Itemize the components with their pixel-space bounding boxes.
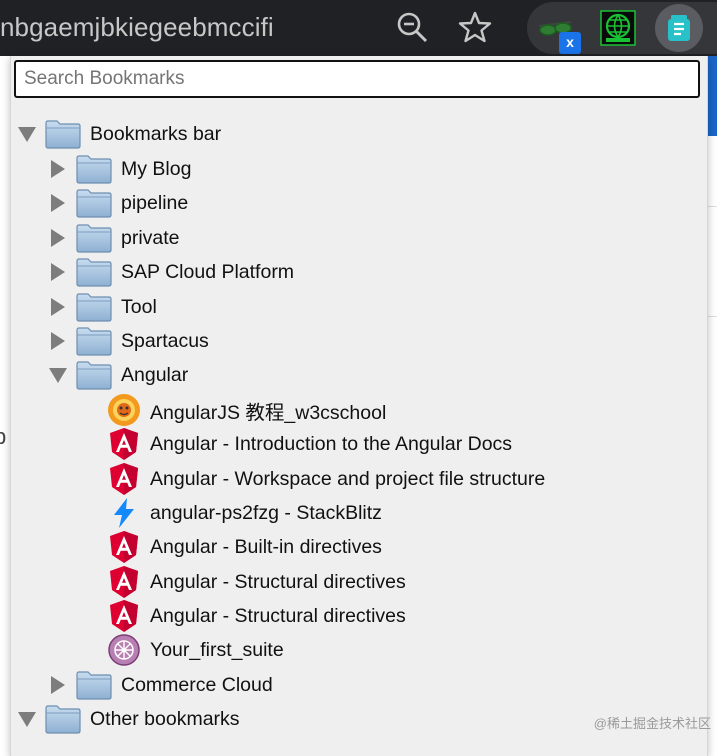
bookmark-item[interactable]: Your_first_suite	[107, 633, 284, 667]
bookmark-label: AngularJS 教程_w3cschool	[150, 401, 387, 424]
bookmark-extension-icon	[668, 15, 690, 41]
folder-label: private	[121, 226, 180, 249]
star-icon[interactable]	[458, 10, 492, 44]
angular-icon	[107, 565, 141, 599]
expand-arrow-down-icon[interactable]	[16, 708, 38, 730]
tree-folder-pipeline[interactable]: pipeline	[47, 186, 188, 220]
bookmark-item[interactable]: Angular - Workspace and project file str…	[107, 462, 545, 496]
expand-arrow-down-icon[interactable]	[16, 123, 38, 145]
folder-label: Angular	[121, 363, 189, 386]
angular-icon	[107, 530, 141, 564]
folder-label: SAP Cloud Platform	[121, 260, 295, 283]
folder-label: Commerce Cloud	[121, 673, 273, 696]
bookmark-label: Angular - Workspace and project file str…	[150, 467, 546, 490]
zoom-out-icon[interactable]	[395, 10, 429, 44]
angular-icon	[107, 462, 141, 496]
folder-label: Other bookmarks	[90, 707, 240, 730]
tree-folder-private[interactable]: private	[47, 221, 180, 255]
tree-folder-angular[interactable]: Angular	[47, 358, 188, 392]
bookmark-label: Angular - Structural directives	[150, 604, 406, 627]
bookmark-label: Angular - Structural directives	[150, 570, 406, 593]
tree-folder-spartacus[interactable]: Spartacus	[47, 324, 209, 358]
expand-arrow-right-icon[interactable]	[47, 674, 69, 696]
folder-icon	[76, 670, 112, 700]
folder-icon	[76, 292, 112, 322]
page-edge-text: p	[0, 424, 7, 449]
active-extension-button[interactable]	[655, 4, 703, 52]
folder-icon	[76, 223, 112, 253]
expand-arrow-right-icon[interactable]	[47, 261, 69, 283]
tree-folder-commerce-cloud[interactable]: Commerce Cloud	[47, 668, 273, 702]
globe-extension-icon[interactable]	[598, 8, 638, 48]
search-bookmarks-input[interactable]	[14, 60, 700, 98]
bookmark-item[interactable]: AngularJS 教程_w3cschool	[107, 393, 386, 427]
folder-label: Bookmarks bar	[90, 122, 222, 145]
angular-icon	[107, 599, 141, 633]
folder-label: Spartacus	[121, 329, 209, 352]
expand-arrow-down-icon[interactable]	[47, 364, 69, 386]
folder-icon	[76, 326, 112, 356]
bookmark-item[interactable]: angular-ps2fzg - StackBlitz	[107, 496, 382, 530]
bookmark-item[interactable]: Angular - Structural directives	[107, 565, 406, 599]
folder-icon	[45, 704, 81, 734]
watermark: @稀土掘金技术社区	[593, 716, 711, 731]
bookmark-label: Angular - Introduction to the Angular Do…	[150, 432, 513, 455]
folder-label: Tool	[121, 295, 157, 318]
tree-folder-my-blog[interactable]: My Blog	[47, 152, 191, 186]
tree-folder-sap-cloud-platform[interactable]: SAP Cloud Platform	[47, 255, 294, 289]
angular-icon	[107, 427, 141, 461]
folder-icon	[76, 360, 112, 390]
expand-arrow-right-icon[interactable]	[47, 330, 69, 352]
extensions-area: x	[527, 2, 717, 54]
w3cschool-icon	[107, 393, 141, 427]
browser-toolbar: nbgaemjbkiegeebmccifi x	[0, 0, 717, 56]
stackblitz-icon	[107, 496, 141, 530]
expand-arrow-right-icon[interactable]	[47, 192, 69, 214]
folder-icon	[76, 257, 112, 287]
bookmark-label: Angular - Built-in directives	[150, 535, 382, 558]
bookmarks-popup: Bookmarks bar My Blog pipeline private S…	[10, 56, 708, 756]
extension-badge: x	[559, 32, 581, 54]
folder-label: My Blog	[121, 157, 192, 180]
folder-label: pipeline	[121, 191, 189, 214]
tree-folder-bookmarks-bar[interactable]: Bookmarks bar	[16, 117, 221, 151]
bookmark-label: angular-ps2fzg - StackBlitz	[150, 501, 382, 524]
expand-arrow-right-icon[interactable]	[47, 296, 69, 318]
expand-arrow-right-icon[interactable]	[47, 158, 69, 180]
bookmark-item[interactable]: Angular - Built-in directives	[107, 530, 382, 564]
suite-icon	[107, 633, 141, 667]
address-bar-text[interactable]: nbgaemjbkiegeebmccifi	[0, 12, 274, 43]
folder-icon	[45, 119, 81, 149]
tree-folder-other-bookmarks[interactable]: Other bookmarks	[16, 702, 240, 736]
bookmark-label: Your_first_suite	[150, 638, 284, 661]
bookmark-item[interactable]: Angular - Introduction to the Angular Do…	[107, 427, 512, 461]
bookmark-item[interactable]: Angular - Structural directives	[107, 599, 406, 633]
tree-folder-tool[interactable]: Tool	[47, 290, 157, 324]
folder-icon	[76, 188, 112, 218]
folder-icon	[76, 154, 112, 184]
expand-arrow-right-icon[interactable]	[47, 227, 69, 249]
